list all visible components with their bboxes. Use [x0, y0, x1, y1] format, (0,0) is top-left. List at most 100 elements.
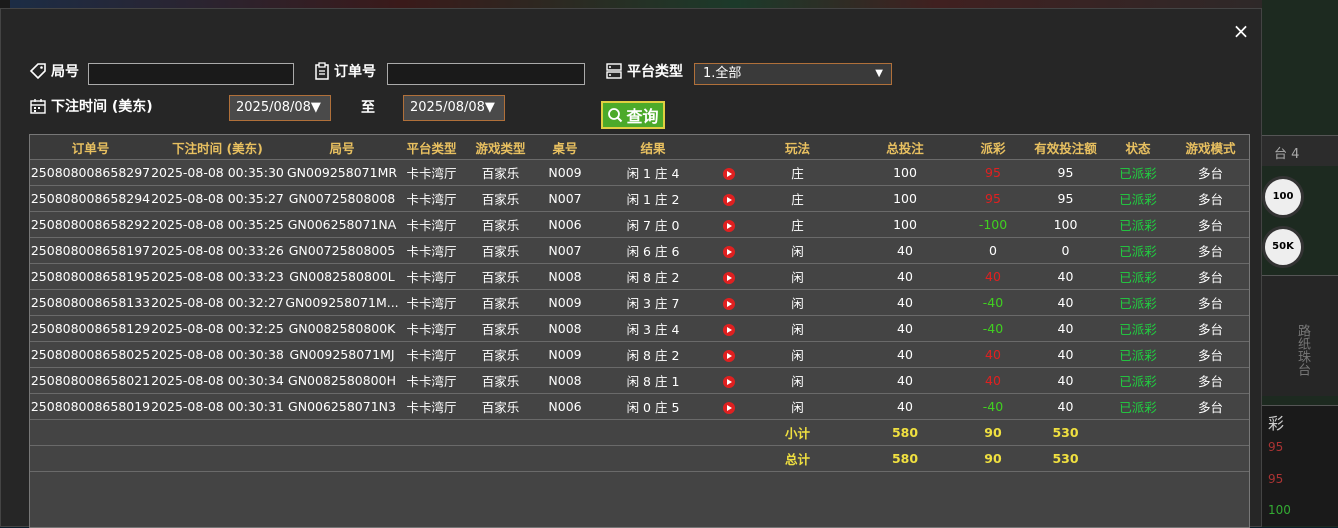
table-row[interactable]: 250808008658292 2025-08-08 00:35:25 GN0062…: [30, 211, 1249, 238]
time-filter-label: 下注时间 (美东): [29, 96, 153, 116]
platform-type-select[interactable]: 1.全部 ▼: [694, 63, 892, 85]
date-range-separator: 至: [361, 100, 375, 116]
order-label-text: 订单号: [334, 64, 376, 80]
subtotal-row-empty-cell: [592, 419, 714, 446]
cell-play-type: 闲: [744, 263, 851, 290]
close-icon[interactable]: ×: [1229, 19, 1253, 43]
cell-status: 已派彩: [1104, 393, 1172, 420]
order-number-input[interactable]: [387, 63, 585, 85]
subtotal-row-empty-cell: [1104, 419, 1172, 446]
total-row-empty-cell: [538, 445, 592, 472]
cell-platform-type: 卡卡湾厅: [400, 367, 463, 394]
table-row[interactable]: 250808008658195 2025-08-08 00:33:23 GN0082…: [30, 263, 1249, 290]
subtotal-row-empty-cell: [463, 419, 538, 446]
play-video-icon[interactable]: [723, 349, 735, 362]
play-video-icon[interactable]: [723, 271, 735, 284]
cell-status: 已派彩: [1104, 367, 1172, 394]
cell-result: 闲 3 庄 7: [592, 289, 714, 316]
play-video-icon[interactable]: [723, 401, 735, 414]
cell-bet-time: 2025-08-08 00:30:38: [151, 341, 284, 368]
play-video-icon[interactable]: [723, 375, 735, 388]
cell-table-number: N006: [538, 211, 592, 238]
cell-round-number: GN009258071MJ: [284, 341, 400, 368]
header-payout: 派彩: [959, 135, 1027, 160]
cell-play-type: 闲: [744, 237, 851, 264]
subtotal-row-payout: 90: [959, 419, 1027, 446]
tag-icon: [29, 63, 46, 80]
cell-platform-type: 卡卡湾厅: [400, 263, 463, 290]
total-row-empty-cell: [30, 445, 151, 472]
cell-bet-time: 2025-08-08 00:35:25: [151, 211, 284, 238]
cell-bet-time: 2025-08-08 00:30:31: [151, 393, 284, 420]
cell-payout: 40: [959, 367, 1027, 394]
cell-order-number: 250808008658195: [30, 263, 151, 290]
cell-bet-time: 2025-08-08 00:30:34: [151, 367, 284, 394]
cell-total-bet: 40: [851, 263, 959, 290]
table-row[interactable]: 250808008658019 2025-08-08 00:30:31 GN0062…: [30, 393, 1249, 420]
header-status: 状态: [1104, 135, 1172, 160]
play-video-icon[interactable]: [723, 245, 735, 258]
cell-game-type: 百家乐: [463, 367, 538, 394]
chip-100-icon[interactable]: 100: [1262, 176, 1304, 218]
play-video-icon[interactable]: [723, 193, 735, 206]
cell-valid-bet: 40: [1027, 393, 1104, 420]
table-row[interactable]: 250808008658297 2025-08-08 00:35:30 GN0092…: [30, 159, 1249, 186]
cell-total-bet: 40: [851, 237, 959, 264]
cell-table-number: N007: [538, 237, 592, 264]
cell-bet-time: 2025-08-08 00:35:27: [151, 185, 284, 212]
platform-select-value: 1.全部: [703, 66, 742, 81]
replay-cell: [714, 289, 744, 316]
date-from-picker[interactable]: 2025/08/08▼: [229, 95, 331, 121]
cell-result: 闲 8 庄 2: [592, 263, 714, 290]
header-play-type: 玩法: [744, 135, 851, 160]
date-to-picker[interactable]: 2025/08/08▼: [403, 95, 505, 121]
cell-valid-bet: 100: [1027, 211, 1104, 238]
bg-tab-label: 台 4: [1274, 147, 1300, 162]
cell-game-type: 百家乐: [463, 289, 538, 316]
play-video-icon[interactable]: [723, 167, 735, 180]
cell-total-bet: 100: [851, 211, 959, 238]
search-button[interactable]: 查询: [601, 101, 665, 129]
cell-platform-type: 卡卡湾厅: [400, 393, 463, 420]
table-row[interactable]: 250808008658025 2025-08-08 00:30:38 GN0092…: [30, 341, 1249, 368]
subtotal-row-empty-cell: [538, 419, 592, 446]
replay-cell: [714, 185, 744, 212]
cell-valid-bet: 40: [1027, 263, 1104, 290]
bg-side-label[interactable]: 路纸珠台: [1286, 300, 1312, 400]
records-table: 订单号 下注时间 (美东) 局号 平台类型 游戏类型 桌号 结果 玩法 总投注 …: [30, 135, 1249, 472]
table-row[interactable]: 250808008658133 2025-08-08 00:32:27 GN0092…: [30, 289, 1249, 316]
play-video-icon[interactable]: [723, 297, 735, 310]
cell-round-number: GN00725808008: [284, 185, 400, 212]
cell-game-mode: 多台: [1172, 237, 1249, 264]
cell-platform-type: 卡卡湾厅: [400, 159, 463, 186]
cell-game-type: 百家乐: [463, 237, 538, 264]
cell-valid-bet: 40: [1027, 367, 1104, 394]
cell-valid-bet: 40: [1027, 341, 1104, 368]
cell-game-mode: 多台: [1172, 185, 1249, 212]
cell-table-number: N008: [538, 315, 592, 342]
header-total-bet: 总投注: [851, 135, 959, 160]
bg-value-3: 100: [1268, 503, 1291, 517]
header-bet-time: 下注时间 (美东): [151, 135, 284, 160]
records-table-container[interactable]: 订单号 下注时间 (美东) 局号 平台类型 游戏类型 桌号 结果 玩法 总投注 …: [29, 134, 1250, 528]
table-row[interactable]: 250808008658197 2025-08-08 00:33:26 GN0072…: [30, 237, 1249, 264]
chip-50k-icon[interactable]: 50K: [1262, 226, 1304, 268]
cell-order-number: 250808008658019: [30, 393, 151, 420]
play-video-icon[interactable]: [723, 219, 735, 232]
chevron-down-icon: ▼: [875, 68, 883, 79]
total-row-empty-cell: [1172, 445, 1249, 472]
total-row-empty-cell: [592, 445, 714, 472]
table-row[interactable]: 250808008658129 2025-08-08 00:32:25 GN0082…: [30, 315, 1249, 342]
cell-round-number: GN0082580800H: [284, 367, 400, 394]
table-row[interactable]: 250808008658021 2025-08-08 00:30:34 GN0082…: [30, 367, 1249, 394]
cell-payout: -40: [959, 315, 1027, 342]
replay-cell: [714, 341, 744, 368]
total-row-empty-cell: [714, 445, 744, 472]
cell-platform-type: 卡卡湾厅: [400, 237, 463, 264]
cell-round-number: GN009258071M...: [284, 289, 400, 316]
replay-cell: [714, 211, 744, 238]
play-video-icon[interactable]: [723, 323, 735, 336]
cell-result: 闲 8 庄 2: [592, 341, 714, 368]
table-row[interactable]: 250808008658294 2025-08-08 00:35:27 GN0072…: [30, 185, 1249, 212]
round-number-input[interactable]: [88, 63, 294, 85]
